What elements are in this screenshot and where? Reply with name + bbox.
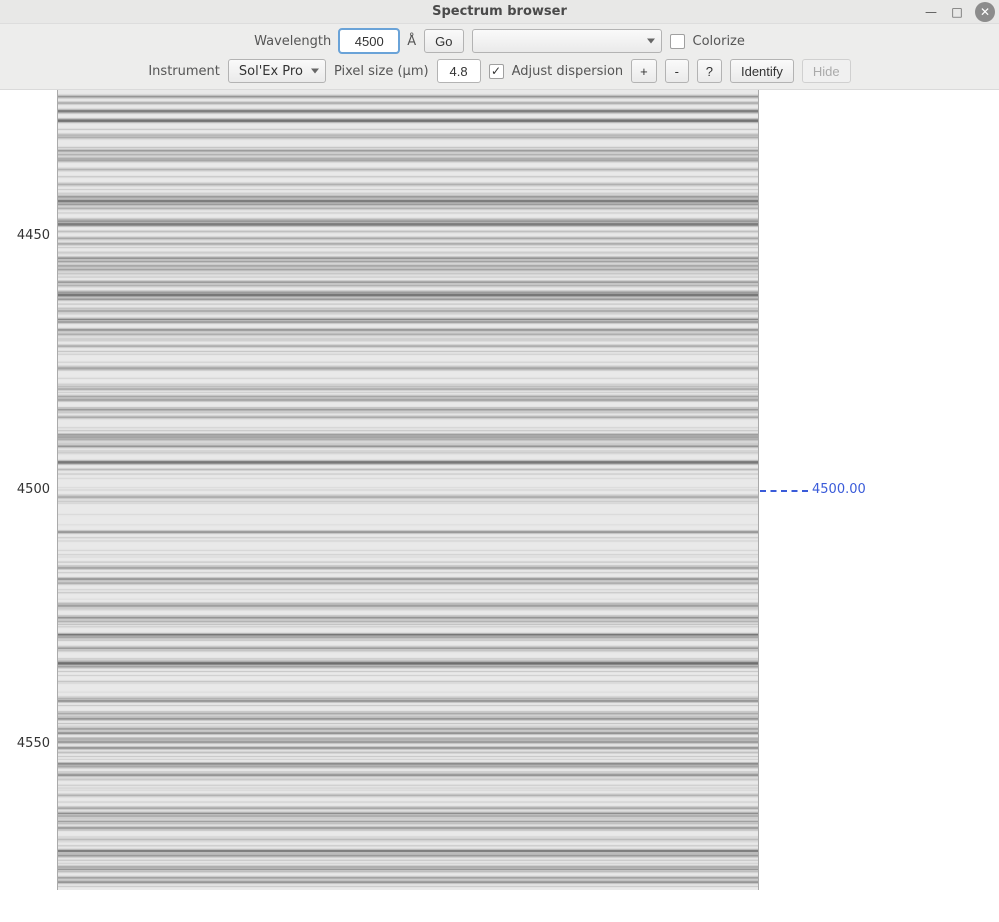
hide-button[interactable]: Hide [802, 59, 851, 83]
minimize-icon[interactable]: — [923, 4, 939, 20]
dispersion-plus-button[interactable]: + [631, 59, 657, 83]
dispersion-minus-button[interactable]: - [665, 59, 689, 83]
help-button[interactable]: ? [697, 59, 722, 83]
axis-tick-label: 4550 [0, 736, 50, 751]
adjust-dispersion-label: Adjust dispersion [512, 64, 624, 79]
wavelength-marker-value: 4500.00 [812, 482, 866, 497]
title-bar: Spectrum browser — □ ✕ [0, 0, 999, 24]
colorize-label: Colorize [693, 34, 745, 49]
chevron-down-icon [647, 39, 655, 44]
pixel-size-label: Pixel size (μm) [334, 64, 429, 79]
adjust-dispersion-checkbox[interactable] [489, 64, 504, 79]
wavelength-unit: Å [407, 34, 416, 49]
instrument-select-value: Sol'Ex Pro [239, 64, 303, 79]
window-controls: — □ ✕ [923, 2, 995, 22]
toolbar: Wavelength Å Go Colorize Instrument Sol'… [0, 24, 999, 90]
maximize-icon[interactable]: □ [949, 4, 965, 20]
window-title: Spectrum browser [432, 4, 567, 19]
colorize-checkbox[interactable] [670, 34, 685, 49]
wavelength-input[interactable] [339, 29, 399, 53]
identify-button[interactable]: Identify [730, 59, 794, 83]
instrument-label: Instrument [148, 64, 220, 79]
toolbar-row-1: Wavelength Å Go Colorize [8, 29, 991, 53]
axis-tick-label: 4500 [0, 482, 50, 497]
axis-tick-label: 4450 [0, 228, 50, 243]
wavelength-label: Wavelength [254, 34, 331, 49]
pixel-size-input[interactable] [437, 59, 481, 83]
instrument-select[interactable]: Sol'Ex Pro [228, 59, 326, 83]
close-icon[interactable]: ✕ [975, 2, 995, 22]
wavelength-marker-line [760, 490, 808, 492]
chevron-down-icon [311, 69, 319, 74]
toolbar-row-2: Instrument Sol'Ex Pro Pixel size (μm) Ad… [8, 59, 991, 83]
go-button[interactable]: Go [424, 29, 463, 53]
line-select[interactable] [472, 29, 662, 53]
spectrum-strip[interactable] [57, 90, 759, 890]
spectrum-view: 445045004550 4500.00 Wavelenght : 4560.1… [0, 90, 999, 922]
